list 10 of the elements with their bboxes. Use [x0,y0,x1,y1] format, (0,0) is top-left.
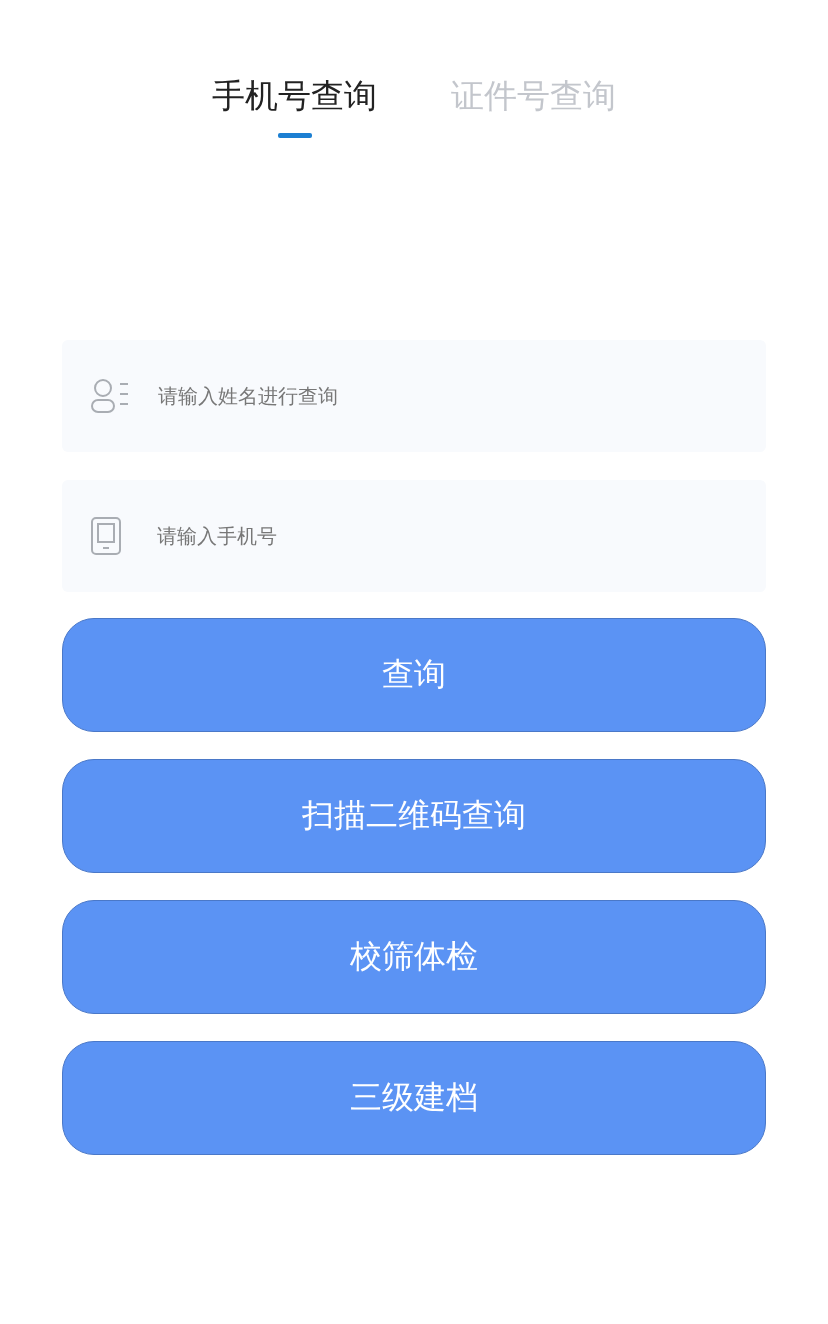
phone-icon [90,517,122,555]
tab[interactable]: 手机号查询 [212,70,377,148]
action-button[interactable]: 校筛体检 [62,900,766,1014]
input-field[interactable]: 请输入姓名进行查询 [156,383,766,409]
tab[interactable]: 证件号查询 [451,70,616,148]
action-button[interactable]: 扫描二维码查询 [62,759,766,873]
user-list-icon [90,378,130,414]
action-button[interactable]: 查询 [62,618,766,732]
input-field[interactable]: 请输入手机号 [155,523,766,549]
action-button[interactable]: 三级建档 [62,1041,766,1155]
